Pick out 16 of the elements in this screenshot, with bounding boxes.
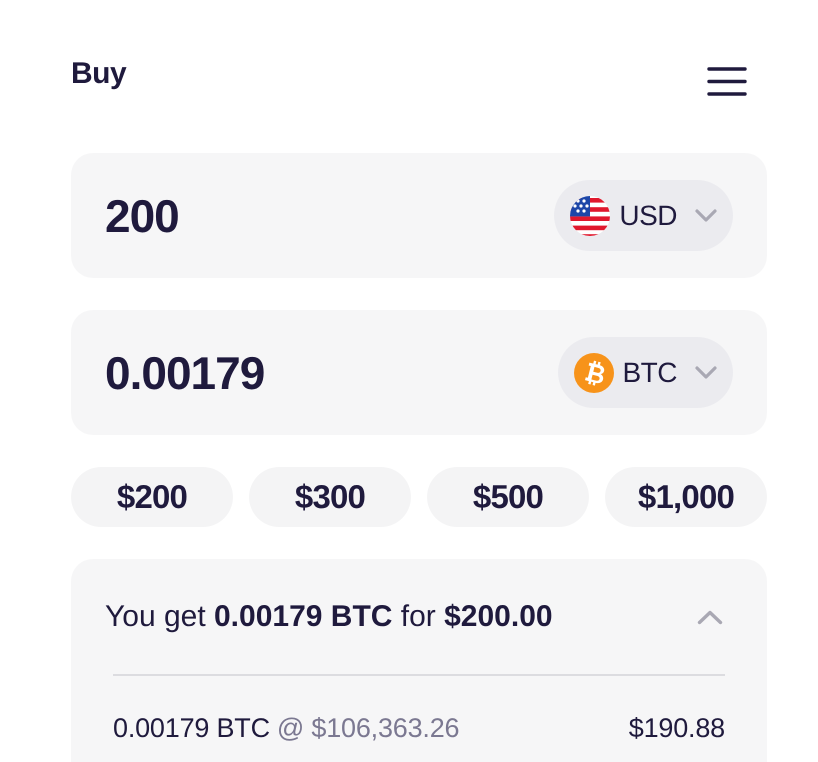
quick-amount-button[interactable]: $200: [71, 467, 233, 527]
quick-amount-button[interactable]: $1,000: [605, 467, 767, 527]
currency-selector[interactable]: BTC: [558, 337, 733, 408]
coin-icon: [574, 352, 614, 392]
menu-icon[interactable]: [707, 67, 747, 96]
currency-selector[interactable]: USD: [554, 180, 733, 251]
page-title: Buy: [71, 56, 126, 92]
exchange-rate: @ $106,363.26: [276, 712, 460, 744]
quick-amount-button[interactable]: $500: [427, 467, 589, 527]
row-value: $190.88: [628, 712, 725, 744]
crypto-amount: 0.00179 BTC: [113, 712, 270, 744]
quick-amount-button[interactable]: $300: [249, 467, 411, 527]
chevron-down-icon: [695, 366, 717, 379]
flag-icon: [570, 196, 610, 236]
chevron-down-icon: [695, 209, 717, 222]
summary-headline: You get 0.00179 BTC for $200.00: [105, 600, 553, 634]
